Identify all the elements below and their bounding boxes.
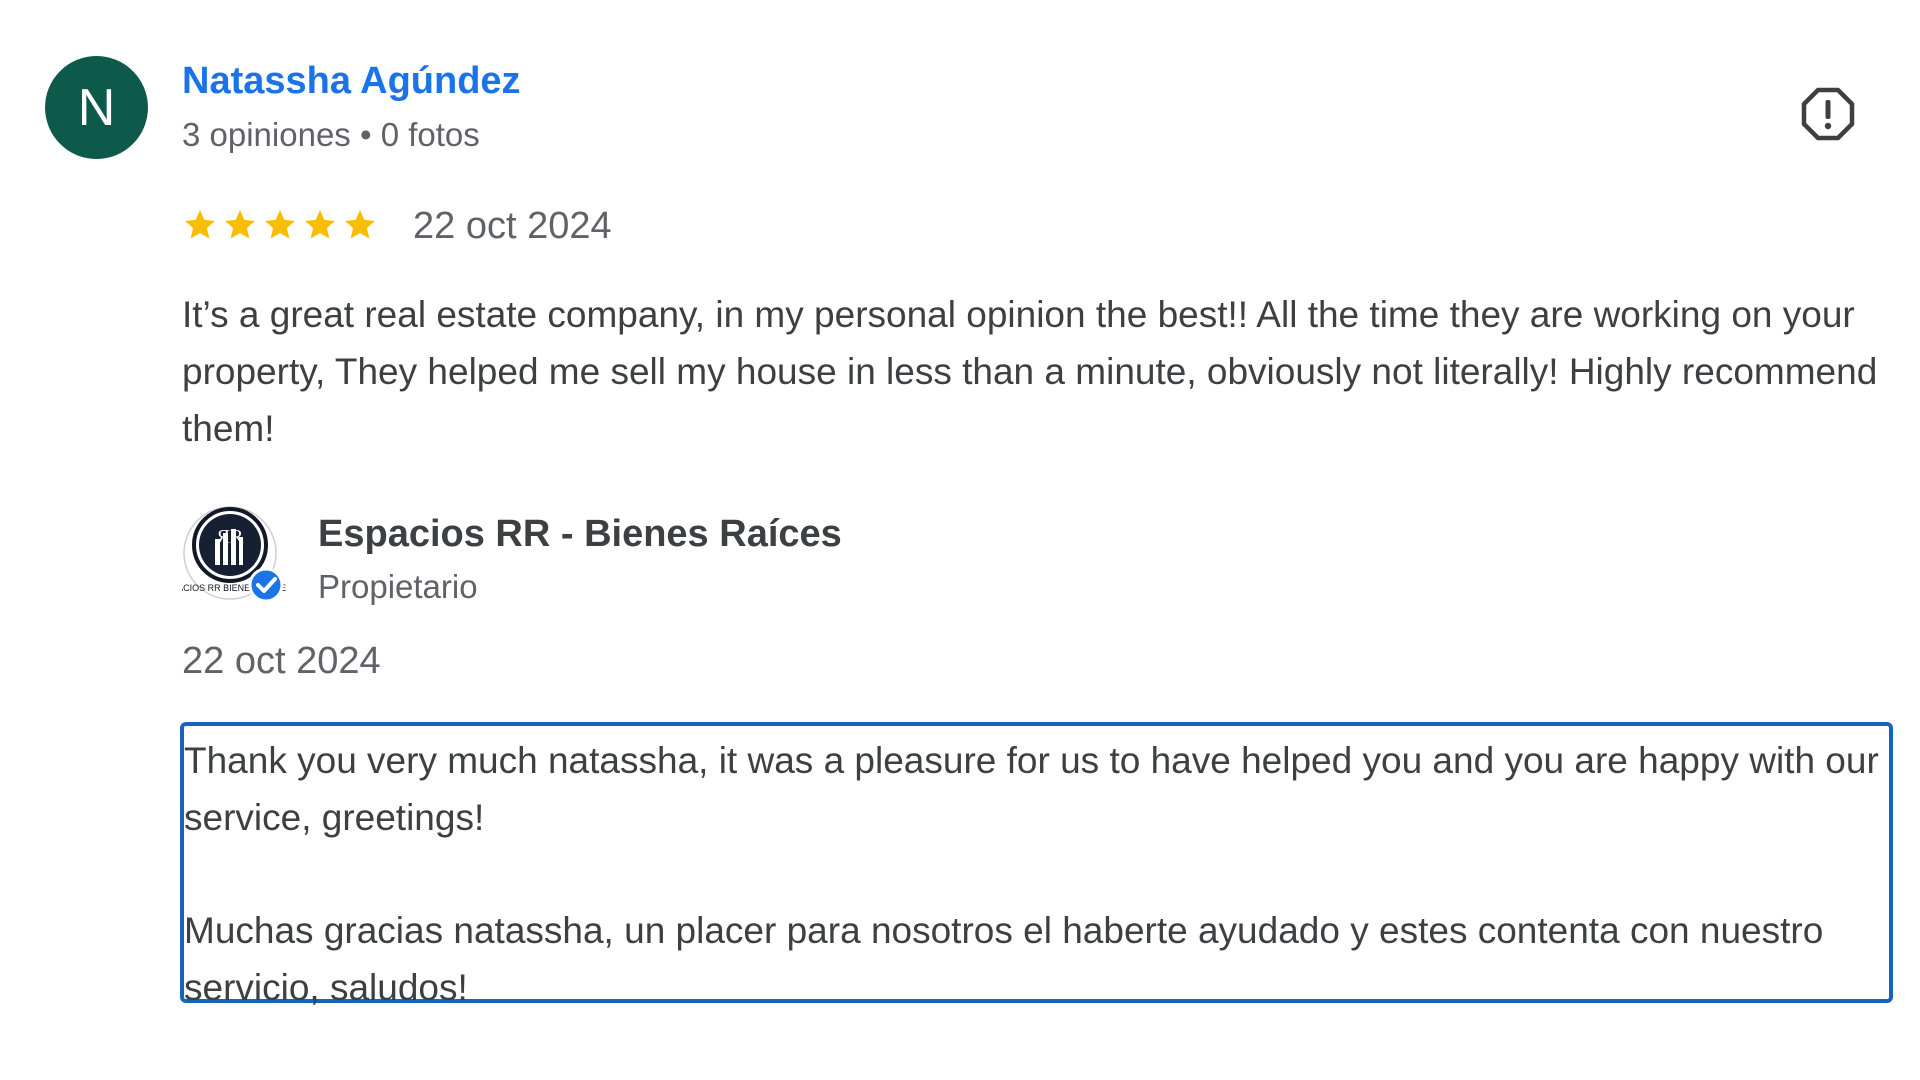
owner-logo: ЯR ESPACIOS RR BIENES RAICES <box>182 506 286 603</box>
star-icon <box>185 210 215 239</box>
reviewer-name-link[interactable]: Natassha Agúndez <box>182 60 521 103</box>
svg-text:ЯR: ЯR <box>217 526 244 548</box>
star-icon <box>225 210 255 239</box>
avatar-initial: N <box>77 78 116 137</box>
reply-paragraph-spanish: Muchas gracias natassha, un placer para … <box>184 910 1824 1008</box>
star-icon <box>345 210 375 239</box>
report-icon[interactable] <box>1800 86 1856 142</box>
owner-reply-text: Thank you very much natassha, it was a p… <box>180 722 1893 1008</box>
reply-date: 22 oct 2024 <box>182 640 381 682</box>
star-icon <box>305 210 335 239</box>
reviewer-avatar[interactable]: N <box>45 56 148 159</box>
verified-check-icon <box>248 567 284 603</box>
star-icon <box>265 210 295 239</box>
owner-role: Propietario <box>318 568 478 605</box>
star-rating <box>182 207 378 243</box>
reply-paragraph-english: Thank you very much natassha, it was a p… <box>184 740 1879 838</box>
reviewer-meta: 3 opiniones • 0 fotos <box>182 116 480 153</box>
owner-name: Espacios RR - Bienes Raíces <box>318 513 842 555</box>
review-text: It’s a great real estate company, in my … <box>182 294 1878 449</box>
review-date: 22 oct 2024 <box>413 205 612 247</box>
